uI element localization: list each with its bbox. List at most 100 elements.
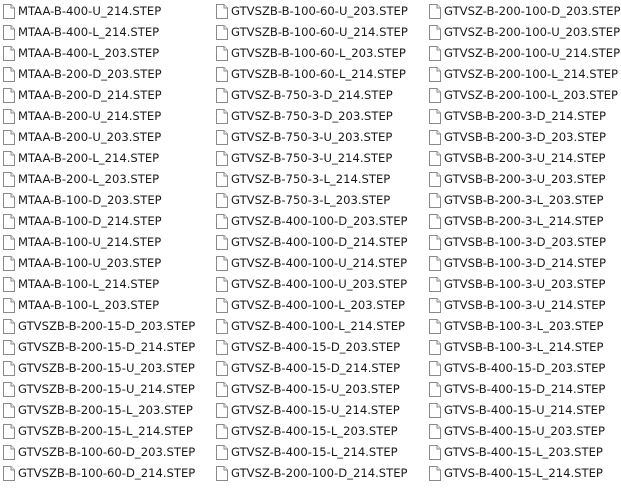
file-name: GTVSZ-B-400-100-D_214.STEP: [231, 235, 408, 249]
file-item[interactable]: GTVSB-B-200-3-L_214.STEP: [426, 211, 621, 232]
document-file-icon: [216, 25, 228, 40]
file-item[interactable]: GTVSZ-B-200-100-D_203.STEP: [426, 1, 621, 22]
file-name: GTVSB-B-200-3-L_203.STEP: [444, 193, 604, 207]
file-item[interactable]: MTAA-B-200-D_214.STEP: [0, 85, 210, 106]
file-name: GTVSZ-B-400-15-U_203.STEP: [231, 382, 400, 396]
document-file-icon: [216, 340, 228, 355]
file-item[interactable]: GTVSZ-B-400-100-D_214.STEP: [213, 232, 423, 253]
file-item[interactable]: GTVSB-B-100-3-D_214.STEP: [426, 253, 621, 274]
file-item[interactable]: GTVSZB-B-100-60-D_203.STEP: [0, 442, 210, 463]
file-item[interactable]: GTVSZB-B-100-60-U_203.STEP: [213, 1, 423, 22]
file-item[interactable]: GTVSZB-B-200-15-L_214.STEP: [0, 421, 210, 442]
file-item[interactable]: MTAA-B-400-U_214.STEP: [0, 1, 210, 22]
file-item[interactable]: GTVSB-B-100-3-L_214.STEP: [426, 337, 621, 358]
file-name: MTAA-B-100-L_214.STEP: [18, 277, 160, 291]
document-file-icon: [3, 319, 15, 334]
file-item[interactable]: GTVS-B-400-15-U_203.STEP: [426, 421, 621, 442]
file-name: GTVSB-B-100-3-L_214.STEP: [444, 340, 604, 354]
document-file-icon: [216, 466, 228, 481]
file-item[interactable]: GTVSB-B-200-3-U_214.STEP: [426, 148, 621, 169]
file-name: GTVSZ-B-400-15-L_214.STEP: [231, 445, 398, 459]
file-item[interactable]: GTVSZ-B-400-100-U_214.STEP: [213, 253, 423, 274]
file-name: GTVSZ-B-200-100-D_214.STEP: [231, 466, 408, 480]
file-name: GTVSB-B-200-3-U_203.STEP: [444, 172, 606, 186]
document-file-icon: [3, 172, 15, 187]
file-item[interactable]: GTVS-B-400-15-U_214.STEP: [426, 400, 621, 421]
file-item[interactable]: MTAA-B-400-L_214.STEP: [0, 22, 210, 43]
document-file-icon: [3, 88, 15, 103]
file-item[interactable]: GTVSZB-B-200-15-D_214.STEP: [0, 337, 210, 358]
file-column-3: GTVSZ-B-200-100-D_203.STEP GTVSZ-B-200-1…: [426, 1, 621, 484]
file-item[interactable]: MTAA-B-100-L_203.STEP: [0, 295, 210, 316]
file-item[interactable]: GTVSZB-B-200-15-U_214.STEP: [0, 379, 210, 400]
file-item[interactable]: GTVSZ-B-400-15-L_214.STEP: [213, 442, 423, 463]
file-name: GTVSB-B-200-3-U_214.STEP: [444, 151, 606, 165]
file-item[interactable]: GTVSZB-B-100-60-L_203.STEP: [213, 43, 423, 64]
file-name: GTVSB-B-100-3-U_214.STEP: [444, 298, 606, 312]
file-item[interactable]: GTVS-B-400-15-D_203.STEP: [426, 358, 621, 379]
file-item[interactable]: GTVSZB-B-100-60-U_214.STEP: [213, 22, 423, 43]
file-item[interactable]: GTVSZ-B-750-3-D_203.STEP: [213, 106, 423, 127]
file-item[interactable]: MTAA-B-200-L_203.STEP: [0, 169, 210, 190]
document-file-icon: [429, 277, 441, 292]
file-item[interactable]: GTVSZB-B-100-60-D_214.STEP: [0, 463, 210, 484]
file-item[interactable]: GTVSZ-B-200-100-L_214.STEP: [426, 64, 621, 85]
file-item[interactable]: GTVSZ-B-400-15-D_203.STEP: [213, 337, 423, 358]
file-item[interactable]: GTVSZB-B-100-60-L_214.STEP: [213, 64, 423, 85]
file-item[interactable]: GTVSZ-B-400-100-L_214.STEP: [213, 316, 423, 337]
file-item[interactable]: MTAA-B-100-D_214.STEP: [0, 211, 210, 232]
file-item[interactable]: MTAA-B-400-L_203.STEP: [0, 43, 210, 64]
file-item[interactable]: GTVSZ-B-400-100-L_203.STEP: [213, 295, 423, 316]
file-item[interactable]: GTVSZ-B-400-100-U_203.STEP: [213, 274, 423, 295]
file-item[interactable]: GTVSZ-B-400-15-D_214.STEP: [213, 358, 423, 379]
document-file-icon: [216, 298, 228, 313]
file-item[interactable]: GTVSB-B-200-3-D_214.STEP: [426, 106, 621, 127]
document-file-icon: [216, 361, 228, 376]
file-item[interactable]: GTVSZ-B-200-100-D_214.STEP: [213, 463, 423, 484]
file-item[interactable]: GTVSZ-B-400-15-U_203.STEP: [213, 379, 423, 400]
file-item[interactable]: GTVS-B-400-15-D_214.STEP: [426, 379, 621, 400]
document-file-icon: [3, 130, 15, 145]
file-item[interactable]: MTAA-B-200-U_214.STEP: [0, 106, 210, 127]
file-item[interactable]: GTVSB-B-100-3-L_203.STEP: [426, 316, 621, 337]
file-item[interactable]: GTVSZ-B-200-100-L_203.STEP: [426, 85, 621, 106]
file-item[interactable]: MTAA-B-200-U_203.STEP: [0, 127, 210, 148]
file-item[interactable]: GTVSB-B-100-3-D_203.STEP: [426, 232, 621, 253]
file-name: MTAA-B-400-L_214.STEP: [18, 25, 160, 39]
file-item[interactable]: GTVSB-B-200-3-D_203.STEP: [426, 127, 621, 148]
file-item[interactable]: MTAA-B-100-U_203.STEP: [0, 253, 210, 274]
file-item[interactable]: GTVSZ-B-750-3-L_214.STEP: [213, 169, 423, 190]
file-item[interactable]: GTVSZ-B-750-3-U_214.STEP: [213, 148, 423, 169]
file-name: GTVSZ-B-750-3-L_203.STEP: [231, 193, 391, 207]
file-item[interactable]: MTAA-B-200-D_203.STEP: [0, 64, 210, 85]
file-item[interactable]: GTVSZ-B-200-100-U_214.STEP: [426, 43, 621, 64]
file-name: GTVSZ-B-400-100-L_203.STEP: [231, 298, 406, 312]
file-item[interactable]: GTVSZB-B-200-15-U_203.STEP: [0, 358, 210, 379]
file-item[interactable]: MTAA-B-100-L_214.STEP: [0, 274, 210, 295]
file-item[interactable]: MTAA-B-100-D_203.STEP: [0, 190, 210, 211]
file-item[interactable]: GTVSZ-B-400-15-L_203.STEP: [213, 421, 423, 442]
file-name: MTAA-B-100-D_203.STEP: [18, 193, 162, 207]
file-item[interactable]: GTVSZ-B-400-15-U_214.STEP: [213, 400, 423, 421]
file-name: GTVSB-B-200-3-D_214.STEP: [444, 109, 606, 123]
document-file-icon: [429, 46, 441, 61]
document-file-icon: [216, 46, 228, 61]
file-item[interactable]: GTVS-B-400-15-L_214.STEP: [426, 463, 621, 484]
document-file-icon: [429, 67, 441, 82]
file-item[interactable]: GTVSZB-B-200-15-D_203.STEP: [0, 316, 210, 337]
file-item[interactable]: GTVSZ-B-750-3-D_214.STEP: [213, 85, 423, 106]
file-item[interactable]: GTVSZ-B-750-3-U_203.STEP: [213, 127, 423, 148]
file-item[interactable]: MTAA-B-100-U_214.STEP: [0, 232, 210, 253]
file-name: GTVSZB-B-100-60-D_203.STEP: [18, 445, 196, 459]
file-item[interactable]: GTVSZ-B-200-100-U_203.STEP: [426, 22, 621, 43]
file-item[interactable]: MTAA-B-200-L_214.STEP: [0, 148, 210, 169]
file-item[interactable]: GTVSB-B-200-3-U_203.STEP: [426, 169, 621, 190]
file-item[interactable]: GTVSZ-B-750-3-L_203.STEP: [213, 190, 423, 211]
document-file-icon: [429, 130, 441, 145]
file-item[interactable]: GTVSZB-B-200-15-L_203.STEP: [0, 400, 210, 421]
file-item[interactable]: GTVSB-B-100-3-U_214.STEP: [426, 295, 621, 316]
file-item[interactable]: GTVSZ-B-400-100-D_203.STEP: [213, 211, 423, 232]
file-item[interactable]: GTVS-B-400-15-L_203.STEP: [426, 442, 621, 463]
file-item[interactable]: GTVSB-B-200-3-L_203.STEP: [426, 190, 621, 211]
file-item[interactable]: GTVSB-B-100-3-U_203.STEP: [426, 274, 621, 295]
